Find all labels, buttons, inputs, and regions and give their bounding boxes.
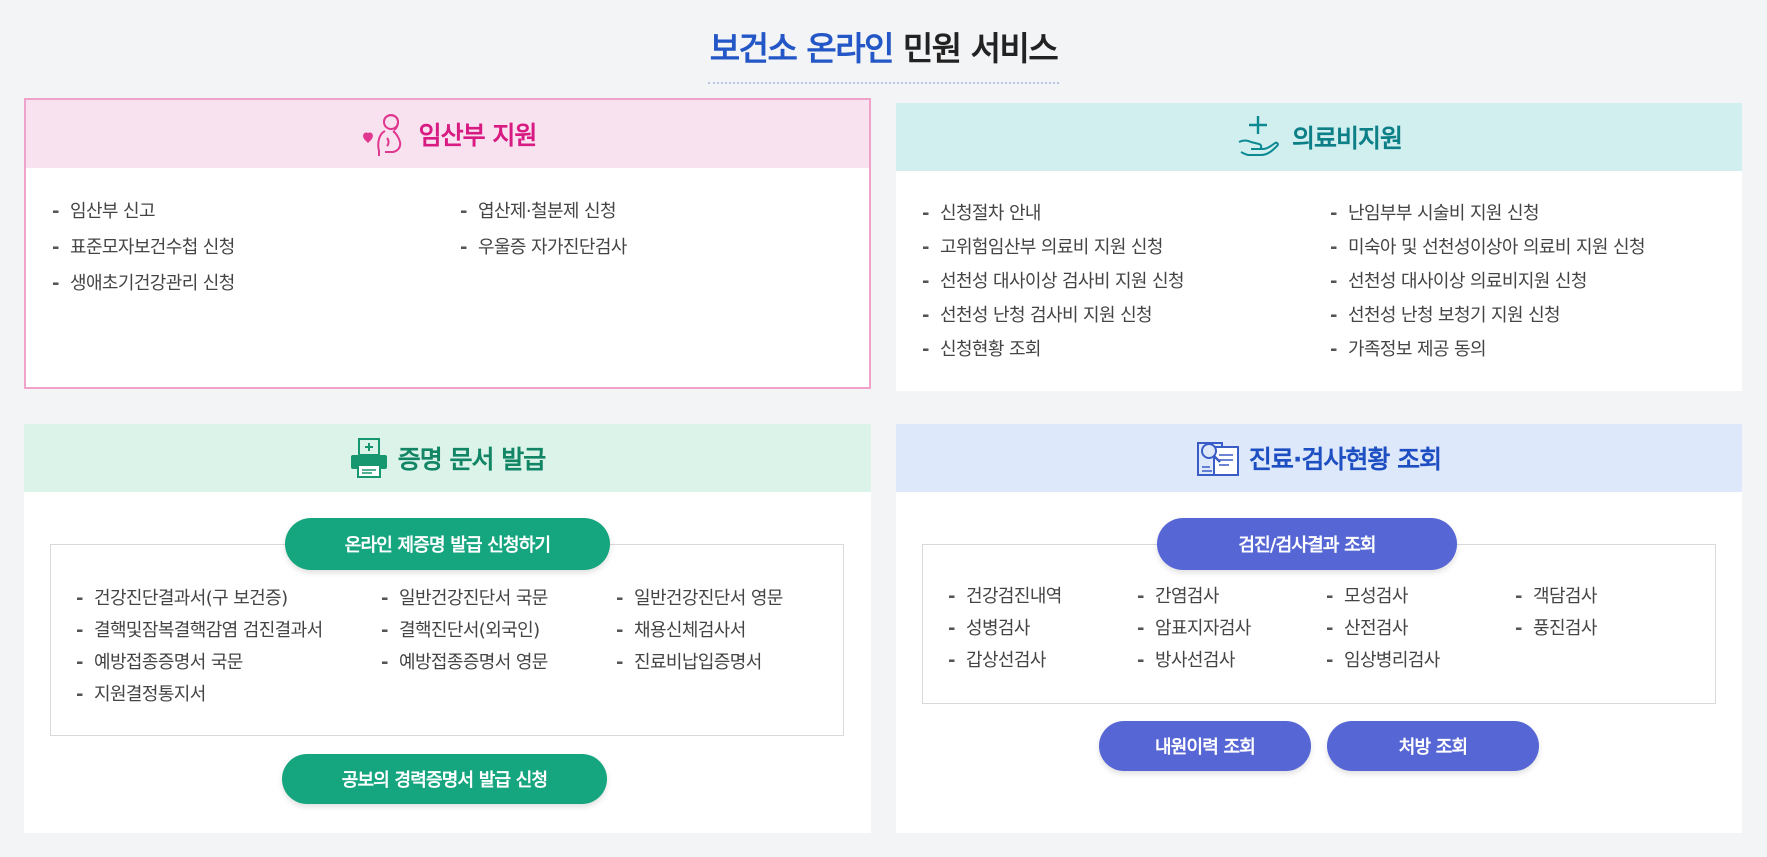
link-tb-screening-result[interactable]: 결핵및잠복결핵감염 검진결과서 <box>76 615 381 647</box>
pregnant-support-header: 임산부 지원 <box>26 100 869 168</box>
pregnant-support-title: 임산부 지원 <box>418 121 538 150</box>
certificate-list: 건강진단결과서(구 보건증) 일반건강진단서 국문 일반건강진단서 영문 결핵및… <box>76 583 846 711</box>
certificate-card: 증명 문서 발급 건강진단결과서(구 보건증) 일반건강진단서 국문 일반건강진… <box>24 424 871 833</box>
link-infertility-support[interactable]: 난임부부 시술비 지원 신청 <box>1330 197 1716 231</box>
link-early-health[interactable]: 생애초기건강관리 신청 <box>52 266 460 302</box>
link-tumor-marker-test[interactable]: 암표지자검사 <box>1137 613 1326 645</box>
link-employment-exam[interactable]: 채용신체검사서 <box>616 615 846 647</box>
pregnant-support-list: 임산부 신고 표준모자보건수첩 신청 생애초기건강관리 신청 엽산제·철분제 신… <box>26 168 869 302</box>
link-family-info-consent[interactable]: 가족정보 제공 동의 <box>1330 333 1716 367</box>
link-metabolic-medical[interactable]: 선천성 대사이상 의료비지원 신청 <box>1330 265 1716 299</box>
page-title-accent: 보건소 온라인 <box>709 29 895 68</box>
pregnant-woman-icon <box>359 110 409 158</box>
link-health-checkup-history[interactable]: 건강검진내역 <box>948 581 1137 613</box>
medical-support-header: 의료비지원 <box>896 103 1742 171</box>
link-support-decision[interactable]: 지원결정통지서 <box>76 679 381 711</box>
visit-history-button[interactable]: 내원이력 조회 <box>1099 721 1311 771</box>
link-medical-payment-cert[interactable]: 진료비납입증명서 <box>616 647 846 679</box>
link-sputum-test[interactable]: 객담검사 <box>1515 581 1704 613</box>
exam-result-button[interactable]: 검진/검사결과 조회 <box>1157 518 1457 570</box>
medical-support-list: 신청절차 안내 고위험임산부 의료비 지원 신청 선천성 대사이상 검사비 지원… <box>896 171 1742 367</box>
exam-status-card: 진료·검사현황 조회 건강검진내역 간염검사 모성검사 객담검사 성병검사 암표… <box>896 424 1742 833</box>
link-metabolic-test-fee[interactable]: 선천성 대사이상 검사비 지원 신청 <box>922 265 1330 299</box>
link-vaccination-kr[interactable]: 예방접종증명서 국문 <box>76 647 381 679</box>
link-maternal-handbook[interactable]: 표준모자보건수첩 신청 <box>52 230 460 266</box>
medical-support-title: 의료비지원 <box>1291 124 1403 153</box>
online-cert-apply-button[interactable]: 온라인 제증명 발급 신청하기 <box>285 518 610 570</box>
page-title-rest: 민원 서비스 <box>892 29 1059 68</box>
link-general-health-kr[interactable]: 일반건강진단서 국문 <box>381 583 616 615</box>
link-clinical-pathology-test[interactable]: 임상병리검사 <box>1326 645 1515 677</box>
link-maternal-test[interactable]: 모성검사 <box>1326 581 1515 613</box>
pregnant-support-card: 임산부 지원 임산부 신고 표준모자보건수첩 신청 생애초기건강관리 신청 엽산… <box>24 98 871 389</box>
certificate-title: 증명 문서 발급 <box>397 445 546 474</box>
link-thyroid-test[interactable]: 갑상선검사 <box>948 645 1137 677</box>
link-pregnant-report[interactable]: 임산부 신고 <box>52 194 460 230</box>
link-tb-diagnosis-foreigner[interactable]: 결핵진단서(외국인) <box>381 615 616 647</box>
printer-icon <box>350 438 388 478</box>
certificate-header: 증명 문서 발급 <box>24 424 871 492</box>
link-health-cert[interactable]: 건강진단결과서(구 보건증) <box>76 583 381 615</box>
link-folic-iron[interactable]: 엽산제·철분제 신청 <box>460 194 843 230</box>
link-hearing-aid[interactable]: 선천성 난청 보청기 지원 신청 <box>1330 299 1716 333</box>
document-search-icon <box>1196 439 1239 477</box>
certificate-list-box: 건강진단결과서(구 보건증) 일반건강진단서 국문 일반건강진단서 영문 결핵및… <box>50 544 844 736</box>
prescription-button[interactable]: 처방 조회 <box>1327 721 1539 771</box>
link-general-health-en[interactable]: 일반건강진단서 영문 <box>616 583 846 615</box>
link-hepatitis-test[interactable]: 간염검사 <box>1137 581 1326 613</box>
career-cert-apply-button[interactable]: 공보의 경력증명서 발급 신청 <box>282 754 607 804</box>
link-prenatal-test[interactable]: 산전검사 <box>1326 613 1515 645</box>
link-radiology-test[interactable]: 방사선검사 <box>1137 645 1326 677</box>
link-application-status[interactable]: 신청현황 조회 <box>922 333 1330 367</box>
exam-status-header: 진료·검사현황 조회 <box>896 424 1742 492</box>
link-vaccination-en[interactable]: 예방접종증명서 영문 <box>381 647 616 679</box>
link-high-risk-pregnancy[interactable]: 고위험임산부 의료비 지원 신청 <box>922 231 1330 265</box>
exam-status-title: 진료·검사현황 조회 <box>1248 445 1442 474</box>
link-procedure-guide[interactable]: 신청절차 안내 <box>922 197 1330 231</box>
medical-support-card: 의료비지원 신청절차 안내 고위험임산부 의료비 지원 신청 선천성 대사이상 … <box>896 103 1742 391</box>
link-std-test[interactable]: 성병검사 <box>948 613 1137 645</box>
hand-plus-icon <box>1236 114 1282 160</box>
link-depression-test[interactable]: 우울증 자가진단검사 <box>460 230 843 266</box>
link-hearing-test-fee[interactable]: 선천성 난청 검사비 지원 신청 <box>922 299 1330 333</box>
page-title: 보건소 온라인 민원 서비스 <box>0 22 1767 84</box>
exam-list: 건강검진내역 간염검사 모성검사 객담검사 성병검사 암표지자검사 산전검사 풍… <box>948 581 1704 677</box>
link-premature-infant[interactable]: 미숙아 및 선천성이상아 의료비 지원 신청 <box>1330 231 1716 265</box>
link-rubella-test[interactable]: 풍진검사 <box>1515 613 1704 645</box>
